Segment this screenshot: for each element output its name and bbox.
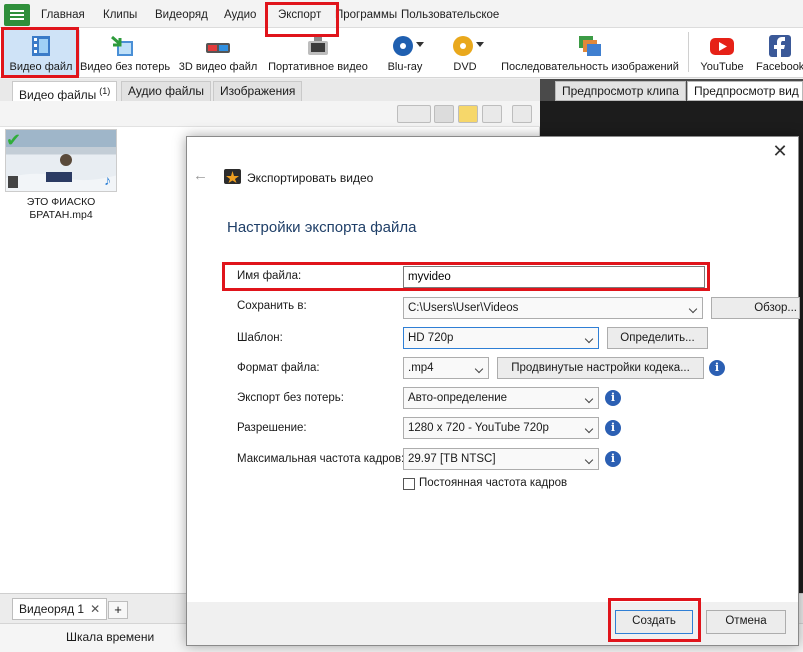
add-sequence-button[interactable]: + [108,601,128,619]
tab-video-files-count: (1) [99,86,111,96]
portable-video-button[interactable]: Портативное видео [264,30,372,76]
youtube-button[interactable]: YouTube [694,30,750,76]
facebook-label: Facebook [756,61,803,73]
close-icon[interactable]: ✕ [90,602,100,616]
format-label: Формат файла: [237,362,320,374]
tab-video-files-label: Видео файлы [19,88,97,102]
sequence-tab-label: Видеоряд 1 [19,602,85,616]
template-select[interactable]: HD 720p [403,327,599,349]
dvd-disc-icon [453,36,473,56]
filename-label: Имя файла: [237,270,302,282]
3d-glasses-icon [206,43,230,53]
video-file-name: ЭТО ФИАСКО БРАТАН.mp4 [26,196,96,221]
list-view-icon[interactable] [482,105,502,123]
tab-video-files[interactable]: Видео файлы (1) [12,81,118,102]
bluray-label: Blu-ray [387,61,423,73]
back-arrow-icon[interactable]: ← [193,167,211,185]
video-file-button[interactable]: Видео файл [2,30,80,76]
tab-clip-preview[interactable]: Предпросмотр клипа [555,81,686,101]
framerate-select[interactable]: 29.97 [ТВ NTSC] [403,448,599,470]
facebook-icon [768,35,791,57]
image-sequence-button[interactable]: Последовательность изображений [496,30,684,76]
menu-audio[interactable]: Аудио [224,0,256,28]
view-mode-icon[interactable] [397,105,431,123]
bluray-button[interactable]: Blu-ray [378,30,432,76]
dialog-title: Экспортировать видео [247,171,374,185]
film-strip-icon [8,176,18,188]
menu-clips[interactable]: Клипы [103,0,137,28]
preview-tabs: Предпросмотр клипа Предпросмотр вид [540,79,803,101]
toolbar-separator [688,32,689,72]
facebook-button[interactable]: Facebook [756,30,803,76]
portable-video-label: Портативное видео [268,61,368,73]
constant-fps-label[interactable]: Постоянная частота кадров [419,477,567,489]
save-to-label: Сохранить в: [237,300,307,312]
lossless-video-button[interactable]: Видео без потерь [80,30,171,76]
lossless-select[interactable]: Авто-определение [403,387,599,409]
menu-bar: Главная Клипы Видеоряд Аудио Экспорт Про… [0,0,803,28]
menu-home[interactable]: Главная [41,0,85,28]
framerate-label: Максимальная частота кадров: [237,453,405,465]
youtube-label: YouTube [700,61,744,73]
filename-field[interactable] [403,266,705,288]
format-select[interactable]: .mp4 [403,357,489,379]
dialog-close-icon[interactable]: ✕ [769,141,791,163]
resolution-select[interactable]: 1280 x 720 - YouTube 720p [403,417,599,439]
menu-sequence[interactable]: Видеоряд [155,0,208,28]
image-sequence-icon [579,36,601,56]
timeline-label[interactable]: Шкала времени [66,630,154,644]
dvd-label: DVD [453,61,477,73]
image-sequence-label: Последовательность изображений [501,61,679,73]
template-label: Шаблон: [237,332,283,344]
menu-export[interactable]: Экспорт [278,0,321,28]
create-button[interactable]: Создать [615,610,693,634]
3d-video-button[interactable]: 3D видео файл [176,30,260,76]
app-logo-icon [224,169,241,184]
youtube-icon [710,38,734,55]
3d-video-label: 3D видео файл [178,61,258,73]
lossless-info-icon[interactable]: i [605,390,621,406]
advanced-codec-button[interactable]: Продвинутые настройки кодека... [497,357,704,379]
add-folder-icon[interactable] [458,105,478,123]
dvd-button[interactable]: DVD [440,30,490,76]
collapse-panel-icon[interactable] [512,105,532,123]
dvd-dropdown-icon[interactable] [476,42,484,47]
video-thumbnail[interactable]: ✔ ♪ [5,129,117,192]
save-to-select[interactable]: C:\Users\User\Videos [403,297,703,319]
checkmark-icon: ✔ [6,130,22,150]
cancel-button[interactable]: Отмена [706,610,786,634]
export-toolbar: Видео файл Видео без потерь 3D видео фай… [0,28,803,78]
hamburger-menu-icon[interactable] [4,4,30,26]
bluray-disc-icon [393,36,413,56]
panel-toolbar [0,101,540,127]
tab-images[interactable]: Изображения [213,81,303,101]
resolution-info-icon[interactable]: i [605,420,621,436]
define-button[interactable]: Определить... [607,327,708,349]
tab-sequence-preview[interactable]: Предпросмотр вид [687,81,803,101]
resolution-label: Разрешение: [237,422,307,434]
tab-sequence-1[interactable]: Видеоряд 1 ✕ [12,598,108,620]
media-tabs: Видео файлы (1) Аудио файлы Изображения [0,79,540,102]
audio-note-icon: ♪ [104,172,111,188]
export-dialog: ✕ ← Экспортировать видео Настройки экспо… [186,136,800,646]
tab-audio-files[interactable]: Аудио файлы [121,81,212,101]
portable-device-icon [308,36,328,55]
menu-programs[interactable]: Программы [335,0,397,28]
dialog-heading: Настройки экспорта файла [227,219,417,236]
menu-custom[interactable]: Пользовательское [401,0,499,28]
video-file-label: Видео файл [9,61,73,73]
lossless-video-label: Видео без потерь [80,61,171,73]
browse-button[interactable]: Обзор... [711,297,800,319]
delete-icon[interactable] [434,105,454,123]
lossless-video-icon [111,35,133,56]
film-export-icon [32,36,50,56]
bluray-dropdown-icon[interactable] [416,42,424,47]
framerate-info-icon[interactable]: i [605,451,621,467]
lossless-label: Экспорт без потерь: [237,392,344,404]
thumbnail-image [6,154,116,191]
format-info-icon[interactable]: i [709,360,725,376]
constant-fps-checkbox[interactable] [403,478,415,490]
dialog-footer: Создать Отмена [187,602,798,645]
